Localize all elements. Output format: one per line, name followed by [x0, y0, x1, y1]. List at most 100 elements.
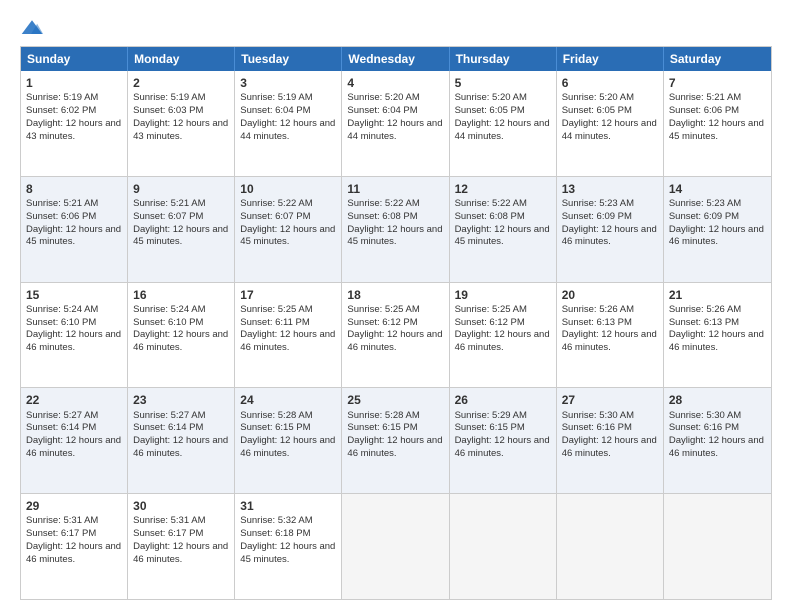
day-header-thursday: Thursday	[450, 47, 557, 71]
sunrise-text: Sunrise: 5:20 AM	[347, 92, 419, 103]
day-number: 18	[347, 287, 443, 303]
day-header-friday: Friday	[557, 47, 664, 71]
sunset-text: Sunset: 6:08 PM	[455, 211, 525, 222]
sunset-text: Sunset: 6:13 PM	[562, 317, 632, 328]
daylight-text: Daylight: 12 hours and 46 minutes.	[562, 329, 657, 353]
day-number: 17	[240, 287, 336, 303]
day-cell-31: 31Sunrise: 5:32 AMSunset: 6:18 PMDayligh…	[235, 494, 342, 599]
daylight-text: Daylight: 12 hours and 46 minutes.	[562, 224, 657, 248]
sunrise-text: Sunrise: 5:21 AM	[669, 92, 741, 103]
logo-icon	[20, 18, 44, 38]
sunset-text: Sunset: 6:03 PM	[133, 105, 203, 116]
day-number: 2	[133, 75, 229, 91]
daylight-text: Daylight: 12 hours and 46 minutes.	[240, 329, 335, 353]
daylight-text: Daylight: 12 hours and 45 minutes.	[133, 224, 228, 248]
daylight-text: Daylight: 12 hours and 44 minutes.	[455, 118, 550, 142]
day-cell-3: 3Sunrise: 5:19 AM Sunset: 6:04 PM Daylight…	[235, 71, 342, 176]
empty-cell	[557, 494, 664, 599]
sunset-text: Sunset: 6:18 PM	[240, 528, 310, 539]
calendar-row-2: 8Sunrise: 5:21 AMSunset: 6:06 PMDaylight…	[21, 176, 771, 282]
sunrise-text: Sunrise: 5:22 AM	[240, 198, 312, 209]
sunrise-text: Sunrise: 5:26 AM	[562, 304, 634, 315]
sunset-text: Sunset: 6:15 PM	[347, 422, 417, 433]
calendar-body: 1Sunrise: 5:19 AMSunset: 6:02 PMDaylight…	[21, 71, 771, 599]
day-number: 23	[133, 392, 229, 408]
day-number: 14	[669, 181, 766, 197]
calendar-row-5: 29Sunrise: 5:31 AMSunset: 6:17 PMDayligh…	[21, 493, 771, 599]
sunrise-text: Sunrise: 5:20 AM	[562, 92, 634, 103]
sunset-text: Sunset: 6:07 PM	[240, 211, 310, 222]
day-header-sunday: Sunday	[21, 47, 128, 71]
day-number: 20	[562, 287, 658, 303]
sunset-text: Sunset: 6:06 PM	[669, 105, 739, 116]
day-number: 30	[133, 498, 229, 514]
daylight-text: Daylight: 12 hours and 46 minutes.	[669, 435, 764, 459]
day-cell-15: 15Sunrise: 5:24 AMSunset: 6:10 PMDayligh…	[21, 283, 128, 388]
sunset-text: Sunset: 6:10 PM	[133, 317, 203, 328]
day-number: 31	[240, 498, 336, 514]
day-number: 16	[133, 287, 229, 303]
daylight-text: Daylight: 12 hours and 46 minutes.	[455, 435, 550, 459]
day-cell-25: 25Sunrise: 5:28 AMSunset: 6:15 PMDayligh…	[342, 388, 449, 493]
calendar-row-4: 22 Sunrise: 5:27 AM Sunset: 6:14 PM Dayligh…	[21, 387, 771, 493]
sunrise-text: Sunrise: 5:30 AM	[562, 410, 634, 421]
daylight-text: Daylight: 12 hours and 46 minutes.	[669, 224, 764, 248]
sunrise-text: Sunrise: 5:22 AM	[347, 198, 419, 209]
day-cell-17: 17Sunrise: 5:25 AMSunset: 6:11 PMDayligh…	[235, 283, 342, 388]
sunrise-text: Sunrise: 5:26 AM	[669, 304, 741, 315]
day-number: 13	[562, 181, 658, 197]
day-cell-11: 11Sunrise: 5:22 AM Sunset: 6:08 PM Dayligh…	[342, 177, 449, 282]
sunset-text: Sunset: 6:06 PM	[26, 211, 96, 222]
empty-cell	[664, 494, 771, 599]
daylight-text: Daylight: 12 hours and 46 minutes.	[669, 329, 764, 353]
sunset-text: Sunset: 6:08 PM	[347, 211, 417, 222]
day-number: 25	[347, 392, 443, 408]
sunset-text: Sunset: 6:10 PM	[26, 317, 96, 328]
header	[20, 18, 772, 38]
day-number: 28	[669, 392, 766, 408]
day-number: 3	[240, 75, 336, 91]
sunrise-text: Sunrise: 5:19 AM	[26, 92, 98, 103]
day-cell-12: 12Sunrise: 5:22 AMSunset: 6:08 PMDayligh…	[450, 177, 557, 282]
day-cell-26: 26Sunrise: 5:29 AMSunset: 6:15 PMDayligh…	[450, 388, 557, 493]
day-cell-9: 9Sunrise: 5:21 AMSunset: 6:07 PMDaylight…	[128, 177, 235, 282]
day-number: 5	[455, 75, 551, 91]
day-cell-16: 16Sunrise: 5:24 AMSunset: 6:10 PMDayligh…	[128, 283, 235, 388]
daylight-text: Daylight: 12 hours and 45 minutes.	[347, 224, 442, 248]
sunrise-text: Sunrise: 5:27 AM	[26, 410, 98, 421]
daylight-text: Daylight: 12 hours and 46 minutes.	[240, 435, 335, 459]
sunset-text: Sunset: 6:16 PM	[669, 422, 739, 433]
sunrise-text: Sunrise: 5:31 AM	[133, 515, 205, 526]
daylight-text: Daylight: 12 hours and 45 minutes.	[240, 224, 335, 248]
day-number: 11	[347, 181, 443, 197]
daylight-text: Daylight: 12 hours and 46 minutes.	[562, 435, 657, 459]
sunrise-text: Sunrise: 5:19 AM	[240, 92, 312, 103]
day-cell-6: 6Sunrise: 5:20 AMSunset: 6:05 PMDaylight…	[557, 71, 664, 176]
day-number: 10	[240, 181, 336, 197]
day-cell-19: 19Sunrise: 5:25 AMSunset: 6:12 PMDayligh…	[450, 283, 557, 388]
day-cell-13: 13Sunrise: 5:23 AMSunset: 6:09 PMDayligh…	[557, 177, 664, 282]
sunset-text: Sunset: 6:15 PM	[240, 422, 310, 433]
daylight-text: Daylight: 12 hours and 46 minutes.	[133, 435, 228, 459]
sunset-text: Sunset: 6:13 PM	[669, 317, 739, 328]
day-cell-27: 27Sunrise: 5:30 AMSunset: 6:16 PMDayligh…	[557, 388, 664, 493]
sunrise-text: Sunrise: 5:25 AM	[455, 304, 527, 315]
calendar-row-3: 15Sunrise: 5:24 AMSunset: 6:10 PMDayligh…	[21, 282, 771, 388]
logo	[20, 18, 48, 38]
sunset-text: Sunset: 6:04 PM	[347, 105, 417, 116]
sunrise-text: Sunrise: 5:21 AM	[26, 198, 98, 209]
day-cell-4: 4Sunrise: 5:20 AMSunset: 6:04 PMDaylight…	[342, 71, 449, 176]
daylight-text: Daylight: 12 hours and 44 minutes.	[240, 118, 335, 142]
day-cell-1: 1Sunrise: 5:19 AMSunset: 6:02 PMDaylight…	[21, 71, 128, 176]
daylight-text: Daylight: 12 hours and 43 minutes.	[133, 118, 228, 142]
sunrise-text: Sunrise: 5:24 AM	[26, 304, 98, 315]
day-cell-7: 7Sunrise: 5:21 AMSunset: 6:06 PMDaylight…	[664, 71, 771, 176]
day-number: 12	[455, 181, 551, 197]
sunrise-text: Sunrise: 5:30 AM	[669, 410, 741, 421]
sunset-text: Sunset: 6:14 PM	[133, 422, 203, 433]
day-number: 22	[26, 392, 122, 408]
daylight-text: Daylight: 12 hours and 45 minutes.	[240, 541, 335, 565]
sunset-text: Sunset: 6:05 PM	[455, 105, 525, 116]
sunset-text: Sunset: 6:04 PM	[240, 105, 310, 116]
daylight-text: Daylight: 12 hours and 46 minutes.	[455, 329, 550, 353]
